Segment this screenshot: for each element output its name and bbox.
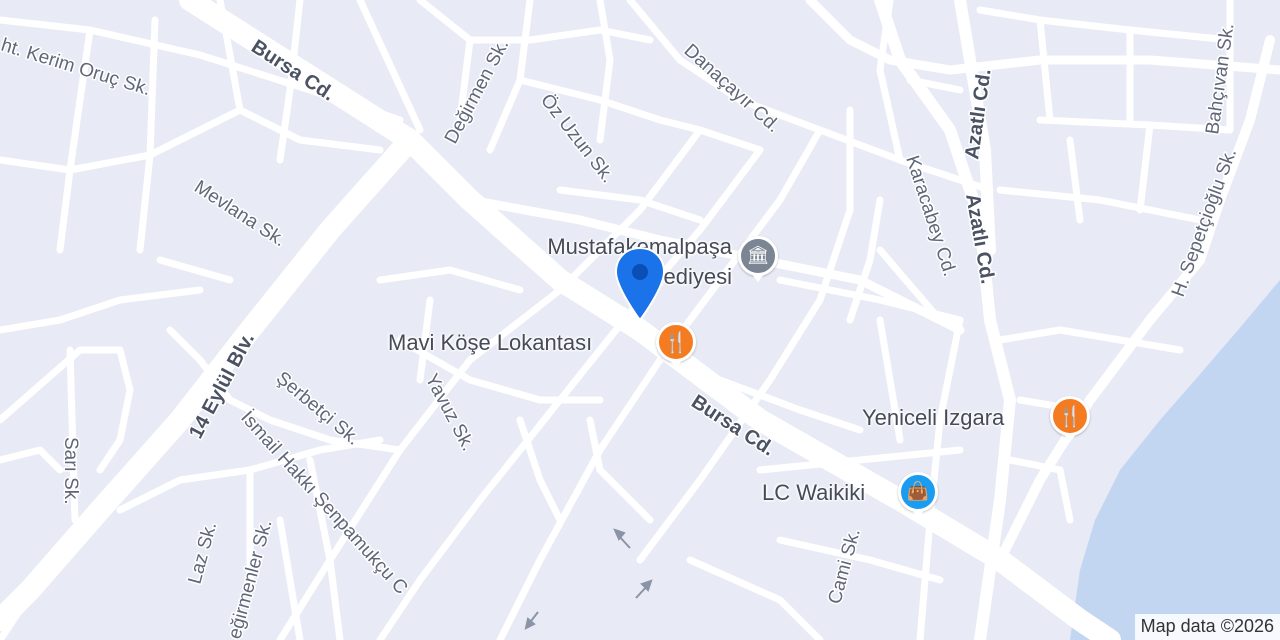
fork-knife-glyph: 🍴 bbox=[1057, 404, 1083, 428]
shopping-bag-icon[interactable]: 👜 bbox=[898, 472, 938, 518]
poi-label-belediyesi[interactable]: Mustafakemalpaşa Belediyesi bbox=[490, 232, 732, 292]
street-label-degirmen-sk: Değirmen Sk. bbox=[441, 36, 514, 147]
street-label-sari-sk: Sarı Sk. bbox=[60, 437, 81, 505]
location-pin-icon[interactable] bbox=[614, 246, 666, 322]
poi-label-lc-waikiki[interactable]: LC Waikiki bbox=[762, 480, 865, 506]
street-label-cami-sk: Cami Sk. bbox=[825, 526, 865, 606]
street-label-degirmenler-sk: eğirmenler Sk. bbox=[225, 518, 277, 640]
restaurant-fork-knife-icon[interactable]: 🍴 bbox=[1050, 396, 1090, 442]
street-label-h-sepetcioglu-sk: H. Sepetçioğlu Sk. bbox=[1168, 146, 1241, 300]
map-canvas[interactable]: Bursa Cd. Bursa Cd. Değirmen Sk. Öz Uzun… bbox=[0, 0, 1280, 640]
street-label-kerim-oruc-sk: ht. Kerim Oruç Sk. bbox=[0, 35, 153, 100]
street-label-danacayir-cd: Danaçayır Cd. bbox=[680, 40, 784, 137]
government-building-icon[interactable]: 🏛 bbox=[738, 236, 778, 282]
fork-knife-glyph: 🍴 bbox=[663, 330, 689, 354]
map-attribution: Map data ©2026 bbox=[1134, 614, 1280, 640]
poi-label-yeniceli-izgara[interactable]: Yeniceli Izgara bbox=[862, 405, 1004, 431]
street-label-mevlana-sk: Mevlana Sk. bbox=[190, 177, 289, 252]
street-label-laz-sk: Laz Sk. bbox=[185, 520, 222, 587]
government-building-glyph: 🏛 bbox=[746, 245, 770, 266]
shopping-bag-glyph: 👜 bbox=[906, 481, 930, 502]
poi-label-mavi-kose-lokantasi[interactable]: Mavi Köşe Lokantası bbox=[388, 330, 592, 356]
restaurant-fork-knife-icon[interactable]: 🍴 bbox=[656, 322, 696, 368]
